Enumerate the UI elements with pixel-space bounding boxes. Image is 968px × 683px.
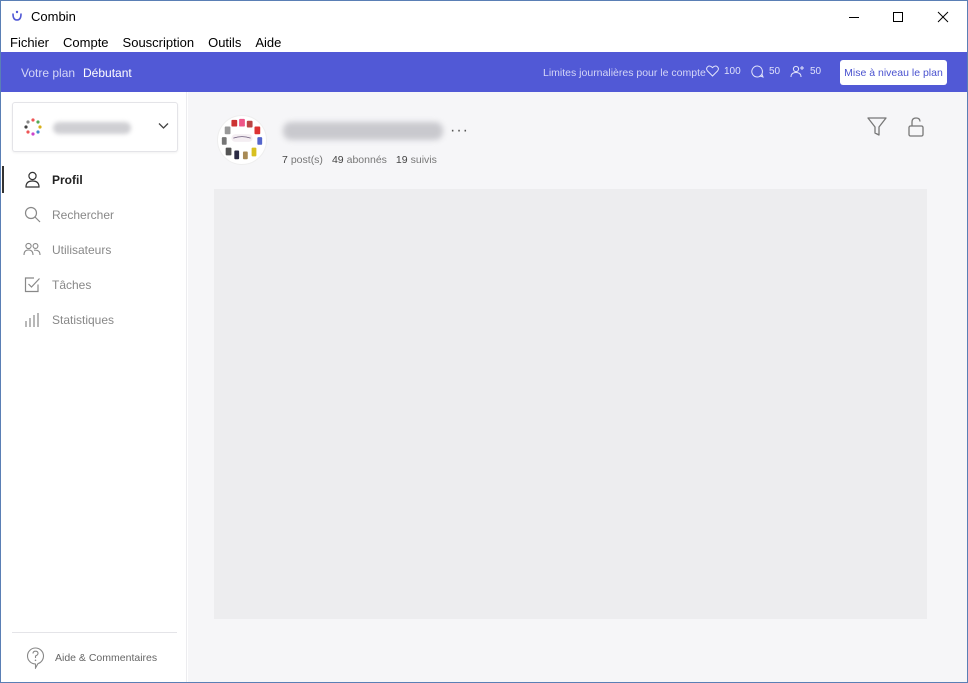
- add-user-icon: [790, 65, 804, 78]
- follows-limit: 50: [790, 65, 821, 78]
- likes-limit-value: 100: [724, 65, 741, 77]
- sidebar-item-taches[interactable]: Tâches: [2, 267, 186, 302]
- chevron-down-icon: [158, 123, 169, 129]
- profile-username-redacted: [283, 122, 443, 140]
- menu-aide[interactable]: Aide: [248, 33, 288, 52]
- sidebar-item-statistiques[interactable]: Statistiques: [2, 302, 186, 337]
- sidebar-divider: [12, 632, 177, 633]
- menu-fichier[interactable]: Fichier: [3, 33, 56, 52]
- posts-count: 7: [282, 154, 288, 166]
- close-icon: [937, 11, 949, 22]
- window-title: Combin: [31, 9, 76, 24]
- follows-limit-value: 50: [810, 66, 822, 77]
- minimize-button[interactable]: [831, 1, 877, 32]
- sidebar-item-profil[interactable]: Profil: [2, 162, 186, 197]
- sidebar-item-utilisateurs[interactable]: Utilisateurs: [2, 232, 186, 267]
- unlock-icon[interactable]: [907, 116, 925, 138]
- menu-outils[interactable]: Outils: [201, 33, 248, 52]
- bar-chart-icon: [23, 311, 41, 329]
- upgrade-plan-button[interactable]: Mise à niveau le plan: [840, 60, 947, 85]
- followers-count: 49: [331, 154, 344, 166]
- minimize-icon: [849, 16, 859, 18]
- filter-icon[interactable]: [866, 116, 888, 138]
- maximize-button[interactable]: [875, 1, 921, 32]
- title-bar: Combin: [1, 1, 967, 32]
- maximize-icon: [893, 11, 903, 22]
- sidebar-item-label: Statistiques: [52, 312, 115, 327]
- profile-avatar: [217, 115, 267, 165]
- user-icon: [23, 171, 41, 189]
- sidebar-item-label: Tâches: [52, 277, 92, 292]
- help-feedback-link[interactable]: Aide & Commentaires: [26, 647, 157, 669]
- account-avatar: [24, 118, 42, 136]
- close-button[interactable]: [920, 1, 966, 32]
- help-feedback-label: Aide & Commentaires: [55, 652, 158, 664]
- account-name-redacted: [53, 122, 131, 134]
- more-options-button[interactable]: ···: [450, 122, 469, 140]
- following-label: suivis: [410, 154, 437, 166]
- likes-limit: 100: [706, 65, 741, 77]
- following-count: 19: [395, 154, 408, 166]
- menu-compte[interactable]: Compte: [56, 33, 116, 52]
- comments-limit-value: 50: [769, 66, 781, 77]
- followers-stat[interactable]: 49 abonnés: [332, 154, 387, 166]
- sidebar-item-label: Utilisateurs: [52, 242, 112, 257]
- comment-icon: [751, 65, 764, 78]
- sidebar: Profil Rechercher Utilisateurs Tâches St…: [2, 92, 187, 682]
- combin-logo-icon: [12, 10, 22, 21]
- app-window: Combin Fichier Compte Souscription Outil…: [0, 0, 968, 683]
- following-stat[interactable]: 19 suivis: [396, 154, 437, 166]
- account-selector[interactable]: [12, 102, 178, 152]
- users-icon: [23, 241, 41, 259]
- posts-label: post(s): [290, 154, 323, 166]
- sidebar-item-label: Profil: [52, 172, 83, 187]
- sidebar-item-label: Rechercher: [52, 207, 115, 222]
- main-content: ··· 7 post(s) 49 abonnés 19 suivis: [188, 92, 967, 682]
- plan-label: Votre plan: [21, 66, 76, 80]
- plan-name: Débutant: [83, 66, 132, 80]
- daily-limits-label: Limites journalières pour le compte: [543, 67, 706, 79]
- profile-stats: 7 post(s) 49 abonnés 19 suivis: [282, 154, 446, 166]
- posts-stat: 7 post(s): [282, 154, 323, 166]
- sidebar-item-rechercher[interactable]: Rechercher: [2, 197, 186, 232]
- menu-souscription[interactable]: Souscription: [116, 33, 202, 52]
- posts-content-panel: [214, 189, 927, 619]
- sidebar-nav: Profil Rechercher Utilisateurs Tâches St…: [2, 162, 186, 337]
- menu-bar: Fichier Compte Souscription Outils Aide: [1, 33, 967, 52]
- search-icon: [23, 206, 41, 224]
- comments-limit: 50: [751, 65, 780, 78]
- plan-bar: Votre plan Débutant Limites journalières…: [1, 52, 967, 92]
- task-check-icon: [23, 276, 41, 294]
- heart-icon: [706, 65, 719, 77]
- help-question-icon: [27, 647, 44, 669]
- followers-label: abonnés: [346, 154, 387, 166]
